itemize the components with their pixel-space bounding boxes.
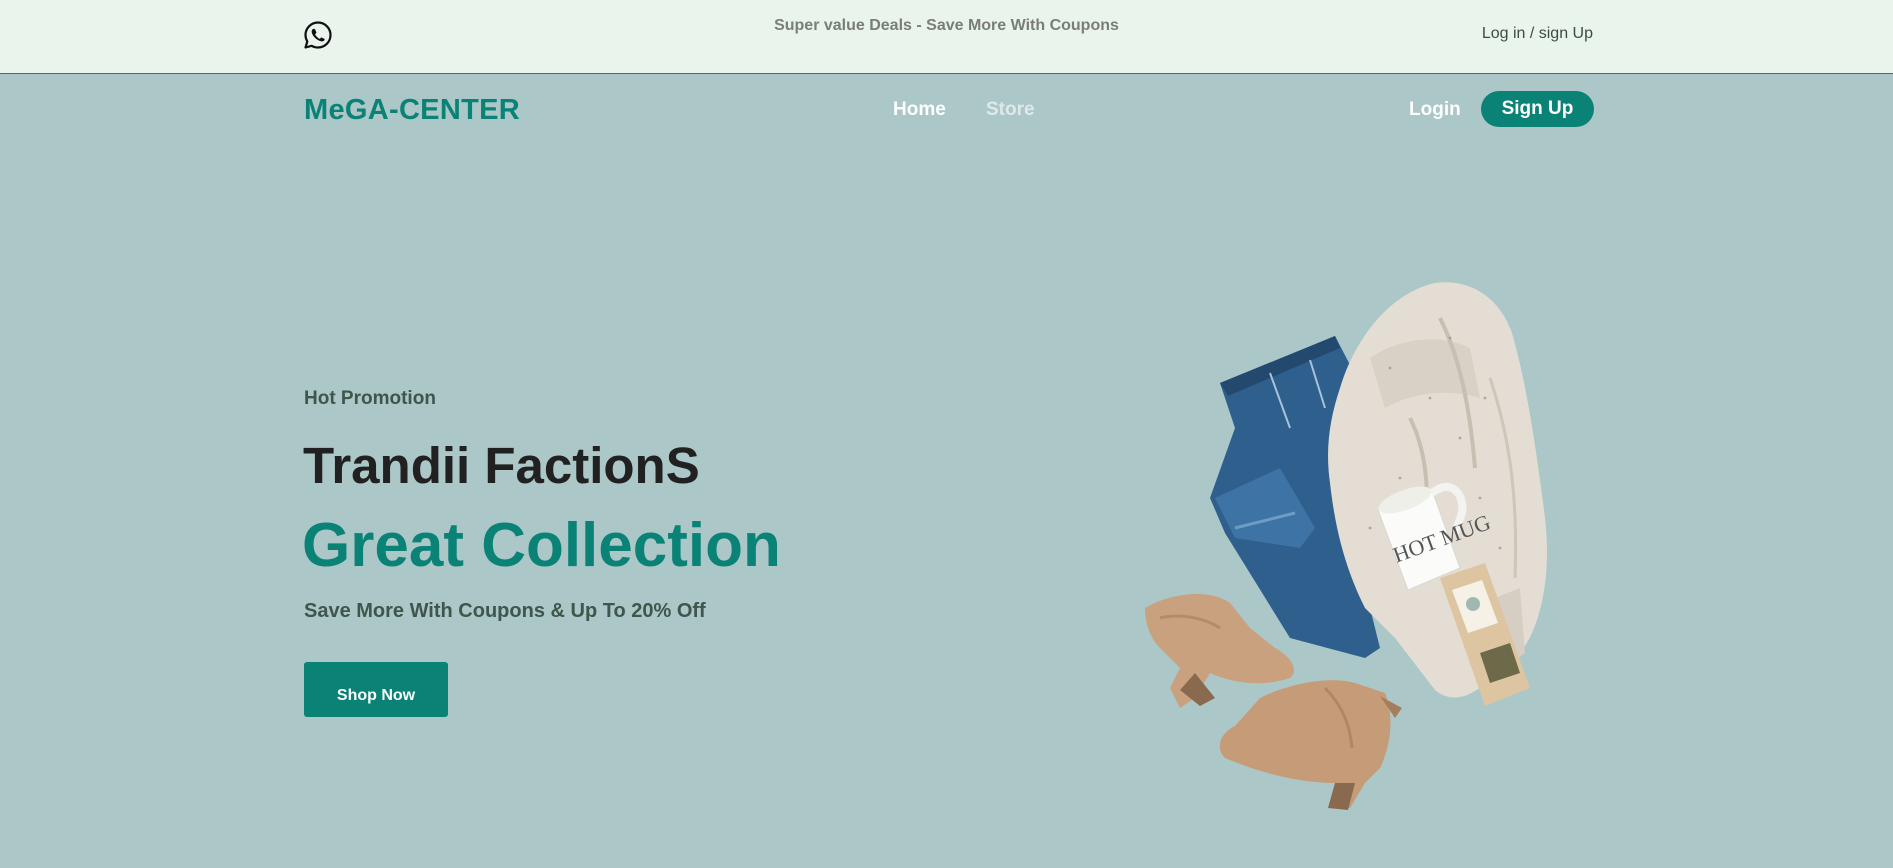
boot-illustration [1145,593,1295,708]
hero-product-image: HOT MUG [1140,278,1550,813]
nav-store-link[interactable]: Store [986,99,1035,121]
hero-subtitle: Great Collection [302,511,781,580]
main-navbar: MeGA-CENTER Home Store Login Sign Up [0,75,1893,145]
boot-illustration [1219,680,1402,810]
deals-banner-text: Super value Deals - Save More With Coupo… [774,17,1119,34]
top-bar: Super value Deals - Save More With Coupo… [0,0,1893,74]
site-logo[interactable]: MeGA-CENTER [304,94,520,127]
signup-button[interactable]: Sign Up [1481,91,1594,127]
hero-eyebrow: Hot Promotion [304,388,436,409]
shop-now-button[interactable]: Shop Now [304,662,448,717]
login-button[interactable]: Login [1409,99,1461,121]
hero-description: Save More With Coupons & Up To 20% Off [304,600,706,622]
nav-home-link[interactable]: Home [893,99,946,121]
login-signup-link[interactable]: Log in / sign Up [1482,25,1593,43]
hero-title: Trandii FactionS [303,437,700,494]
